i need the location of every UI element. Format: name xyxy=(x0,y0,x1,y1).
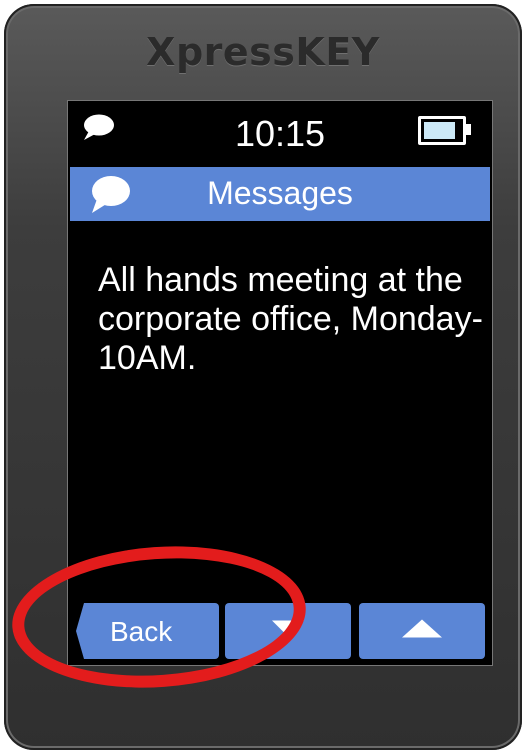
scroll-up-button[interactable] xyxy=(359,603,485,659)
battery-level xyxy=(424,122,455,139)
device-screen: 10:15 Messages All hands meeting at the … xyxy=(67,100,493,666)
status-bar: 10:15 xyxy=(68,101,492,165)
xpresskey-device: XpressKEY 10:15 Messages All hands meeti… xyxy=(4,4,522,750)
battery-icon xyxy=(418,116,466,145)
back-button-label: Back xyxy=(110,616,173,647)
message-text: All hands meeting at the corporate offic… xyxy=(98,261,483,377)
battery-tip xyxy=(466,124,471,135)
page-title: Messages xyxy=(207,175,353,211)
scroll-down-button[interactable] xyxy=(225,603,351,659)
arrow-down-icon xyxy=(272,620,304,642)
messages-header: Messages xyxy=(70,167,490,221)
arrow-up-icon xyxy=(402,619,442,643)
back-button[interactable]: Back xyxy=(76,603,219,659)
brand-logo: XpressKEY xyxy=(146,30,380,74)
